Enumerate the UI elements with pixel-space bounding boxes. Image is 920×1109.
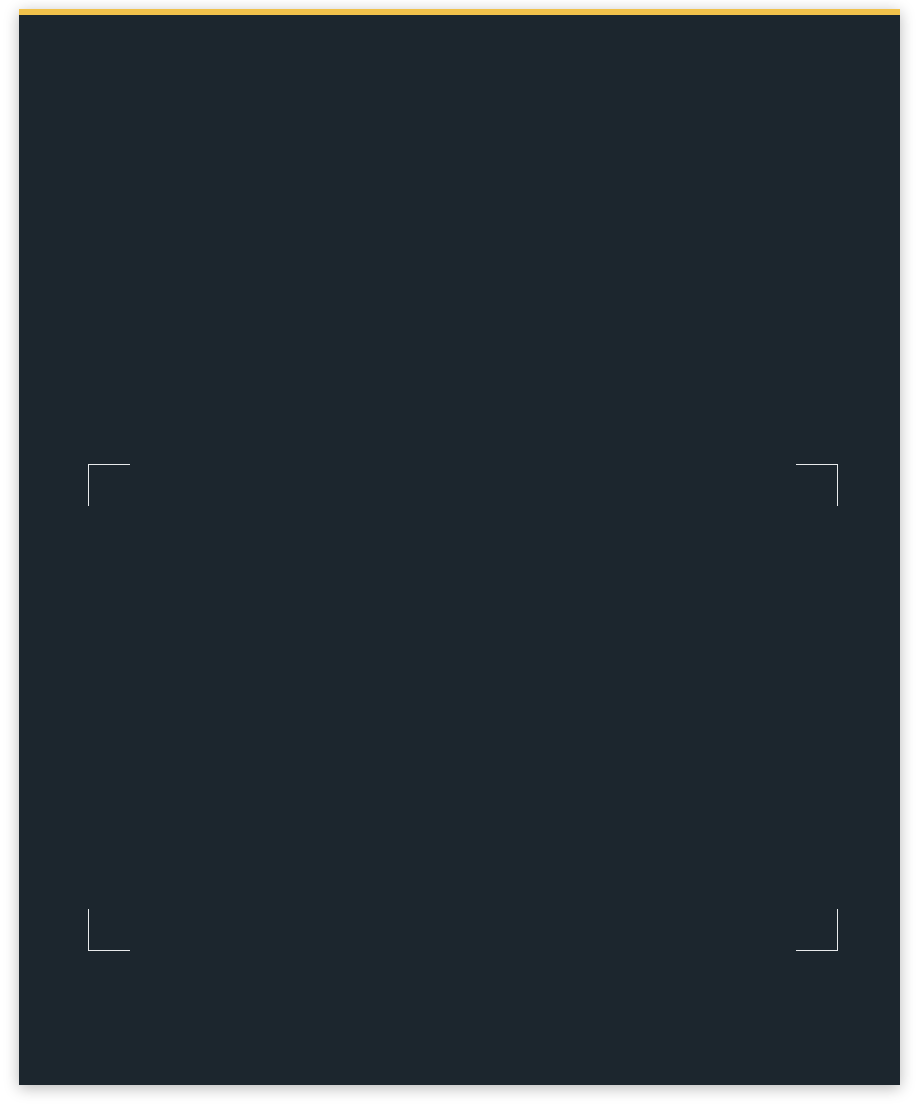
corner-top-left-icon bbox=[88, 464, 130, 506]
dark-panel bbox=[19, 9, 900, 1085]
corner-top-right-icon bbox=[796, 464, 838, 506]
corner-bottom-right-icon bbox=[796, 909, 838, 951]
accent-bar bbox=[19, 9, 900, 15]
corner-bottom-left-icon bbox=[88, 909, 130, 951]
